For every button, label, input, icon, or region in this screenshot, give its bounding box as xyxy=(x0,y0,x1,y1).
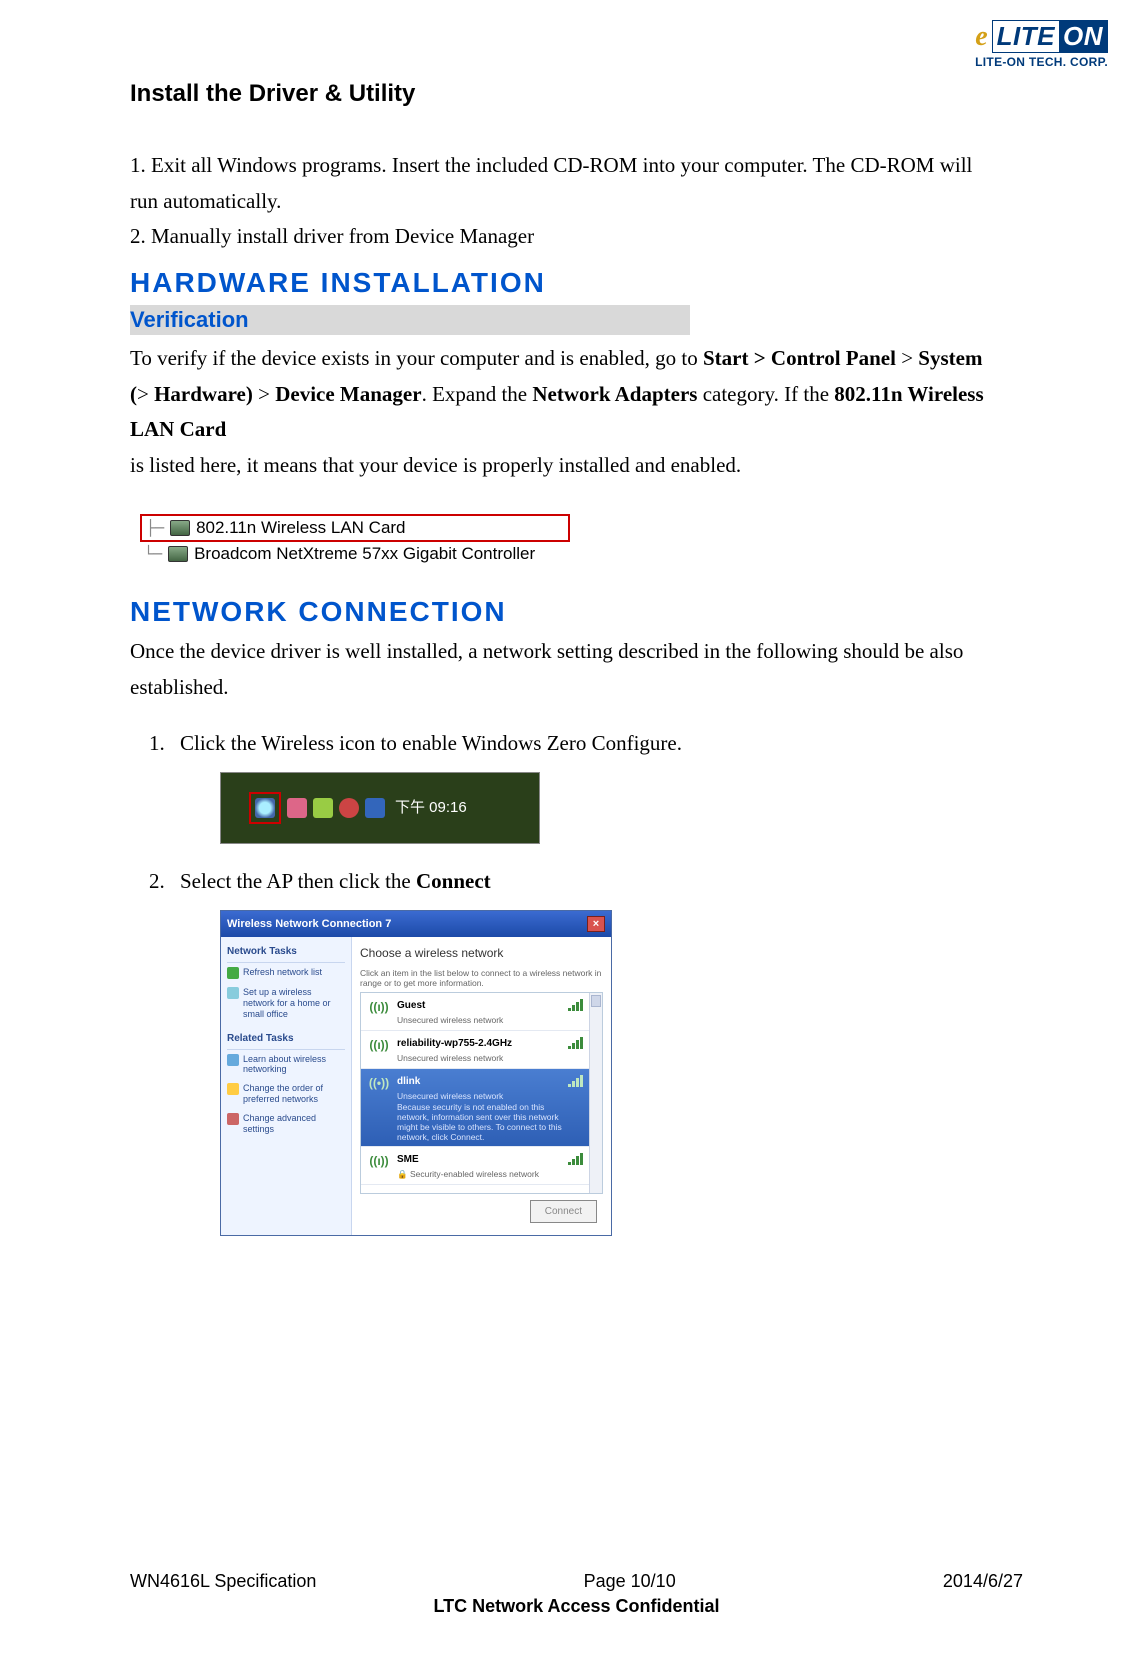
sidebar-task-order: Change the order of preferred networks xyxy=(227,1083,345,1105)
setup-icon xyxy=(227,987,239,999)
nc-step-2: Select the AP then click the Connect Wir… xyxy=(170,864,993,1236)
taskbar-highlight-box xyxy=(249,792,281,824)
page-footer: WN4616L Specification Page 10/10 2014/6/… xyxy=(130,1571,1023,1617)
logo-subtitle: LITE-ON TECH. CORP. xyxy=(975,55,1108,69)
gear-icon xyxy=(227,1113,239,1125)
page-title: Install the Driver & Utility xyxy=(130,80,993,108)
intro-step-1: 1. Exit all Windows programs. Insert the… xyxy=(130,148,993,219)
dm-entry-label: 802.11n Wireless LAN Card xyxy=(196,518,405,538)
sidebar-task-advanced: Change advanced settings xyxy=(227,1113,345,1135)
nc-intro-paragraph: Once the device driver is well installed… xyxy=(130,634,993,705)
network-adapter-icon xyxy=(168,546,188,562)
dialog-sidebar: Network Tasks Refresh network list Set u… xyxy=(221,937,352,1235)
wireless-network-item: ((ı)) reliability-wp755-2.4GHzUnsecured … xyxy=(361,1031,602,1069)
heading-network-connection: NETWORK CONNECTION xyxy=(130,596,993,628)
dialog-titlebar: Wireless Network Connection 7 × xyxy=(221,911,611,938)
wireless-network-item: ((ı)) RT305x_AP xyxy=(361,1185,602,1194)
subheading-verification: Verification xyxy=(130,305,690,335)
taskbar-figure: 下午 09:16 xyxy=(220,772,540,844)
signal-icon: ((ı)) xyxy=(367,1035,391,1055)
device-manager-entry-highlighted: ├─ 802.11n Wireless LAN Card xyxy=(140,514,570,542)
lock-icon: 🔒 xyxy=(397,1169,408,1179)
intro-step-2: 2. Manually install driver from Device M… xyxy=(130,219,993,255)
dm-entry-label: Broadcom NetXtreme 57xx Gigabit Controll… xyxy=(194,544,535,564)
wireless-network-list: ((ı)) GuestUnsecured wireless network ((… xyxy=(360,992,603,1194)
wireless-network-item: ((ı)) SME🔒 Security-enabled wireless net… xyxy=(361,1147,602,1185)
tray-icon xyxy=(287,798,307,818)
footer-spec: WN4616L Specification xyxy=(130,1571,316,1592)
sidebar-heading: Related Tasks xyxy=(227,1028,345,1050)
tray-icon xyxy=(339,798,359,818)
dialog-title-text: Wireless Network Connection 7 xyxy=(227,915,391,934)
panel-subtext: Click an item in the list below to conne… xyxy=(360,968,603,988)
signal-icon: ((ı)) xyxy=(367,1189,391,1194)
wireless-network-item-selected: ((•)) dlinkUnsecured wireless networkBec… xyxy=(361,1069,602,1148)
wireless-tray-icon xyxy=(255,798,275,818)
sidebar-task-refresh: Refresh network list xyxy=(227,967,345,979)
sidebar-task-learn: Learn about wireless networking xyxy=(227,1054,345,1076)
footer-date: 2014/6/27 xyxy=(943,1571,1023,1592)
heading-hardware-installation: HARDWARE INSTALLATION xyxy=(130,267,993,299)
nc-step-1: Click the Wireless icon to enable Window… xyxy=(170,726,993,844)
connect-button: Connect xyxy=(530,1200,597,1223)
taskbar-clock: 下午 09:16 xyxy=(395,795,467,821)
tree-branch-icon: └─ xyxy=(144,545,162,563)
footer-confidential: LTC Network Access Confidential xyxy=(130,1596,1023,1617)
network-adapter-icon xyxy=(170,520,190,536)
scrollbar xyxy=(589,993,602,1193)
verification-paragraph: To verify if the device exists in your c… xyxy=(130,341,993,484)
wireless-network-item: ((ı)) GuestUnsecured wireless network xyxy=(361,993,602,1031)
tray-icon xyxy=(365,798,385,818)
signal-icon: ((ı)) xyxy=(367,997,391,1017)
dialog-main-panel: Choose a wireless network Click an item … xyxy=(352,937,611,1235)
signal-icon: ((ı)) xyxy=(367,1151,391,1171)
sidebar-heading: Network Tasks xyxy=(227,941,345,963)
nc-steps-list: Click the Wireless icon to enable Window… xyxy=(130,726,993,1236)
sidebar-task-setup: Set up a wireless network for a home or … xyxy=(227,987,345,1019)
info-icon xyxy=(227,1054,239,1066)
close-icon: × xyxy=(587,916,605,932)
footer-page-number: Page 10/10 xyxy=(584,1571,676,1592)
refresh-icon xyxy=(227,967,239,979)
logo-lite-text: LITE xyxy=(993,21,1059,52)
panel-heading: Choose a wireless network xyxy=(360,943,603,963)
star-icon xyxy=(227,1083,239,1095)
wireless-dialog-figure: Wireless Network Connection 7 × Network … xyxy=(220,910,612,1236)
device-manager-figure: ├─ 802.11n Wireless LAN Card └─ Broadcom… xyxy=(140,514,570,566)
brand-logo: e LITE ON LITE-ON TECH. CORP. xyxy=(975,20,1108,69)
device-manager-entry: └─ Broadcom NetXtreme 57xx Gigabit Contr… xyxy=(140,542,570,566)
tree-branch-icon: ├─ xyxy=(146,519,164,537)
tray-icon xyxy=(313,798,333,818)
signal-icon: ((•)) xyxy=(367,1073,391,1093)
logo-on-text: ON xyxy=(1059,21,1107,52)
logo-swirl-icon: e xyxy=(975,21,987,53)
